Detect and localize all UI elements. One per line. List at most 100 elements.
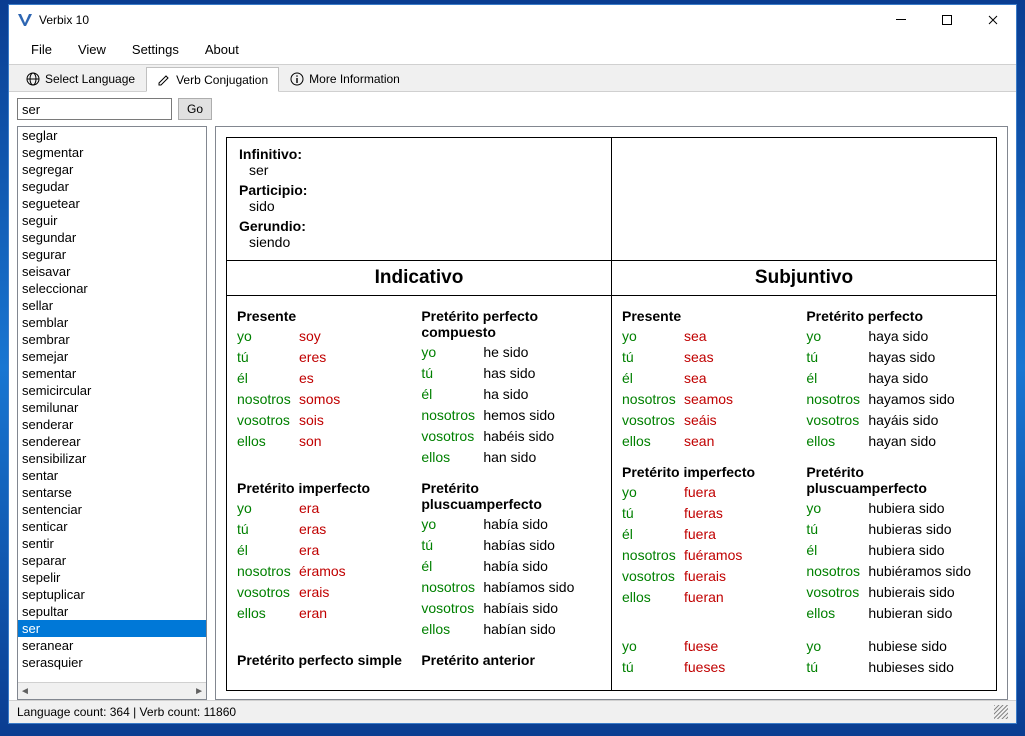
list-item[interactable]: sentir [18, 535, 206, 552]
conjugation-row: elloshayan sido [806, 431, 980, 452]
list-item[interactable]: sentar [18, 467, 206, 484]
horizontal-scrollbar[interactable]: ◄ ► [18, 682, 206, 699]
list-item[interactable]: seguir [18, 212, 206, 229]
verb-form: eres [299, 347, 326, 368]
verb-form: es [299, 368, 314, 389]
verb-form: fueras [684, 503, 723, 524]
verb-form: fueses [684, 657, 725, 678]
pronoun: nosotros [622, 545, 684, 566]
verb-form: fuera [684, 482, 716, 503]
conjugation-row: vosotroshayáis sido [806, 410, 980, 431]
pronoun: nosotros [237, 389, 299, 410]
tense-title: Pretérito perfecto [806, 308, 980, 324]
pronoun: tú [806, 347, 868, 368]
list-item[interactable]: sembrar [18, 331, 206, 348]
conjugation-row: nosotrosseamos [622, 389, 796, 410]
menu-settings[interactable]: Settings [120, 38, 191, 61]
list-item[interactable]: seisavar [18, 263, 206, 280]
list-item[interactable]: segurar [18, 246, 206, 263]
list-item[interactable]: sentarse [18, 484, 206, 501]
pronoun: él [237, 540, 299, 561]
list-item[interactable]: serasquier [18, 654, 206, 671]
tab-more-information[interactable]: More Information [279, 67, 411, 91]
conjugation-row: nosotroshemos sido [421, 405, 595, 426]
verb-form: sean [684, 431, 714, 452]
menu-about[interactable]: About [193, 38, 251, 61]
conjugation-table: Infinitivo: ser Participio: sido Gerundi… [226, 137, 997, 691]
list-item[interactable]: senderear [18, 433, 206, 450]
menu-file[interactable]: File [19, 38, 64, 61]
conjugation-row: elloshan sido [421, 447, 595, 468]
pronoun: tú [806, 657, 868, 678]
list-item[interactable]: senderar [18, 416, 206, 433]
minimize-button[interactable] [878, 5, 924, 35]
list-item[interactable]: seguetear [18, 195, 206, 212]
conjugation-row: túhabías sido [421, 535, 595, 556]
verb-form: soy [299, 326, 321, 347]
list-item[interactable]: sellar [18, 297, 206, 314]
menu-view[interactable]: View [66, 38, 118, 61]
close-button[interactable] [970, 5, 1016, 35]
list-item[interactable]: seglar [18, 127, 206, 144]
resize-grip-icon[interactable] [994, 705, 1008, 719]
list-item[interactable]: sentenciar [18, 501, 206, 518]
list-item[interactable]: separar [18, 552, 206, 569]
list-item[interactable]: segundar [18, 229, 206, 246]
verb-form: hubiera sido [868, 498, 944, 519]
list-item[interactable]: seranear [18, 637, 206, 654]
window-controls [878, 5, 1016, 35]
pronoun: ellos [237, 431, 299, 452]
search-input[interactable] [17, 98, 172, 120]
conjugation-row: vosotroshabéis sido [421, 426, 595, 447]
list-item[interactable]: septuplicar [18, 586, 206, 603]
conjugation-row: élhabía sido [421, 556, 595, 577]
verb-form: has sido [483, 363, 535, 384]
list-item[interactable]: segmentar [18, 144, 206, 161]
list-item[interactable]: segregar [18, 161, 206, 178]
pronoun: él [421, 556, 483, 577]
verb-form: fuese [684, 636, 718, 657]
verb-form: han sido [483, 447, 536, 468]
go-button[interactable]: Go [178, 98, 212, 120]
verb-form: fuera [684, 524, 716, 545]
tab-label: Select Language [45, 72, 135, 86]
tab-verb-conjugation[interactable]: Verb Conjugation [146, 67, 279, 92]
tense-group: Pretérito perfectoyohaya sidotúhayas sid… [796, 302, 980, 458]
list-item[interactable]: sepelir [18, 569, 206, 586]
list-item[interactable]: seleccionar [18, 280, 206, 297]
verb-form: éramos [299, 561, 346, 582]
conjugation-row: yohabía sido [421, 514, 595, 535]
maximize-button[interactable] [924, 5, 970, 35]
conjugation-row: túeres [237, 347, 411, 368]
list-item[interactable]: semicircular [18, 382, 206, 399]
list-item[interactable]: semblar [18, 314, 206, 331]
statusbar: Language count: 364 | Verb count: 11860 [9, 700, 1016, 723]
pronoun: vosotros [237, 582, 299, 603]
scroll-right-icon[interactable]: ► [194, 686, 204, 697]
list-item[interactable]: senticar [18, 518, 206, 535]
pronoun: ellos [237, 603, 299, 624]
conjugation-row: yofuera [622, 482, 796, 503]
scroll-left-icon[interactable]: ◄ [20, 686, 30, 697]
pronoun: tú [622, 657, 684, 678]
tense-title: Presente [237, 308, 411, 324]
tense-title: Pretérito anterior [421, 652, 595, 668]
conjugation-row: nosotroséramos [237, 561, 411, 582]
tab-select-language[interactable]: Select Language [15, 67, 146, 91]
pronoun: yo [622, 636, 684, 657]
verb-list[interactable]: seglarsegmentarsegregarsegudarseguetears… [18, 127, 206, 682]
list-item[interactable]: semejar [18, 348, 206, 365]
list-item[interactable]: segudar [18, 178, 206, 195]
tense-group: Pretérito perfecto simple [227, 646, 411, 676]
verb-form: eran [299, 603, 327, 624]
list-item[interactable]: sementar [18, 365, 206, 382]
list-item[interactable]: sepultar [18, 603, 206, 620]
conjugation-panel[interactable]: Infinitivo: ser Participio: sido Gerundi… [215, 126, 1008, 700]
pronoun: yo [237, 498, 299, 519]
status-text: Language count: 364 | Verb count: 11860 [17, 705, 236, 719]
tense-group: Pretérito pluscuamperfectoyohubiera sido… [796, 458, 980, 630]
globe-icon [26, 72, 40, 86]
list-item[interactable]: sensibilizar [18, 450, 206, 467]
list-item[interactable]: ser [18, 620, 206, 637]
list-item[interactable]: semilunar [18, 399, 206, 416]
